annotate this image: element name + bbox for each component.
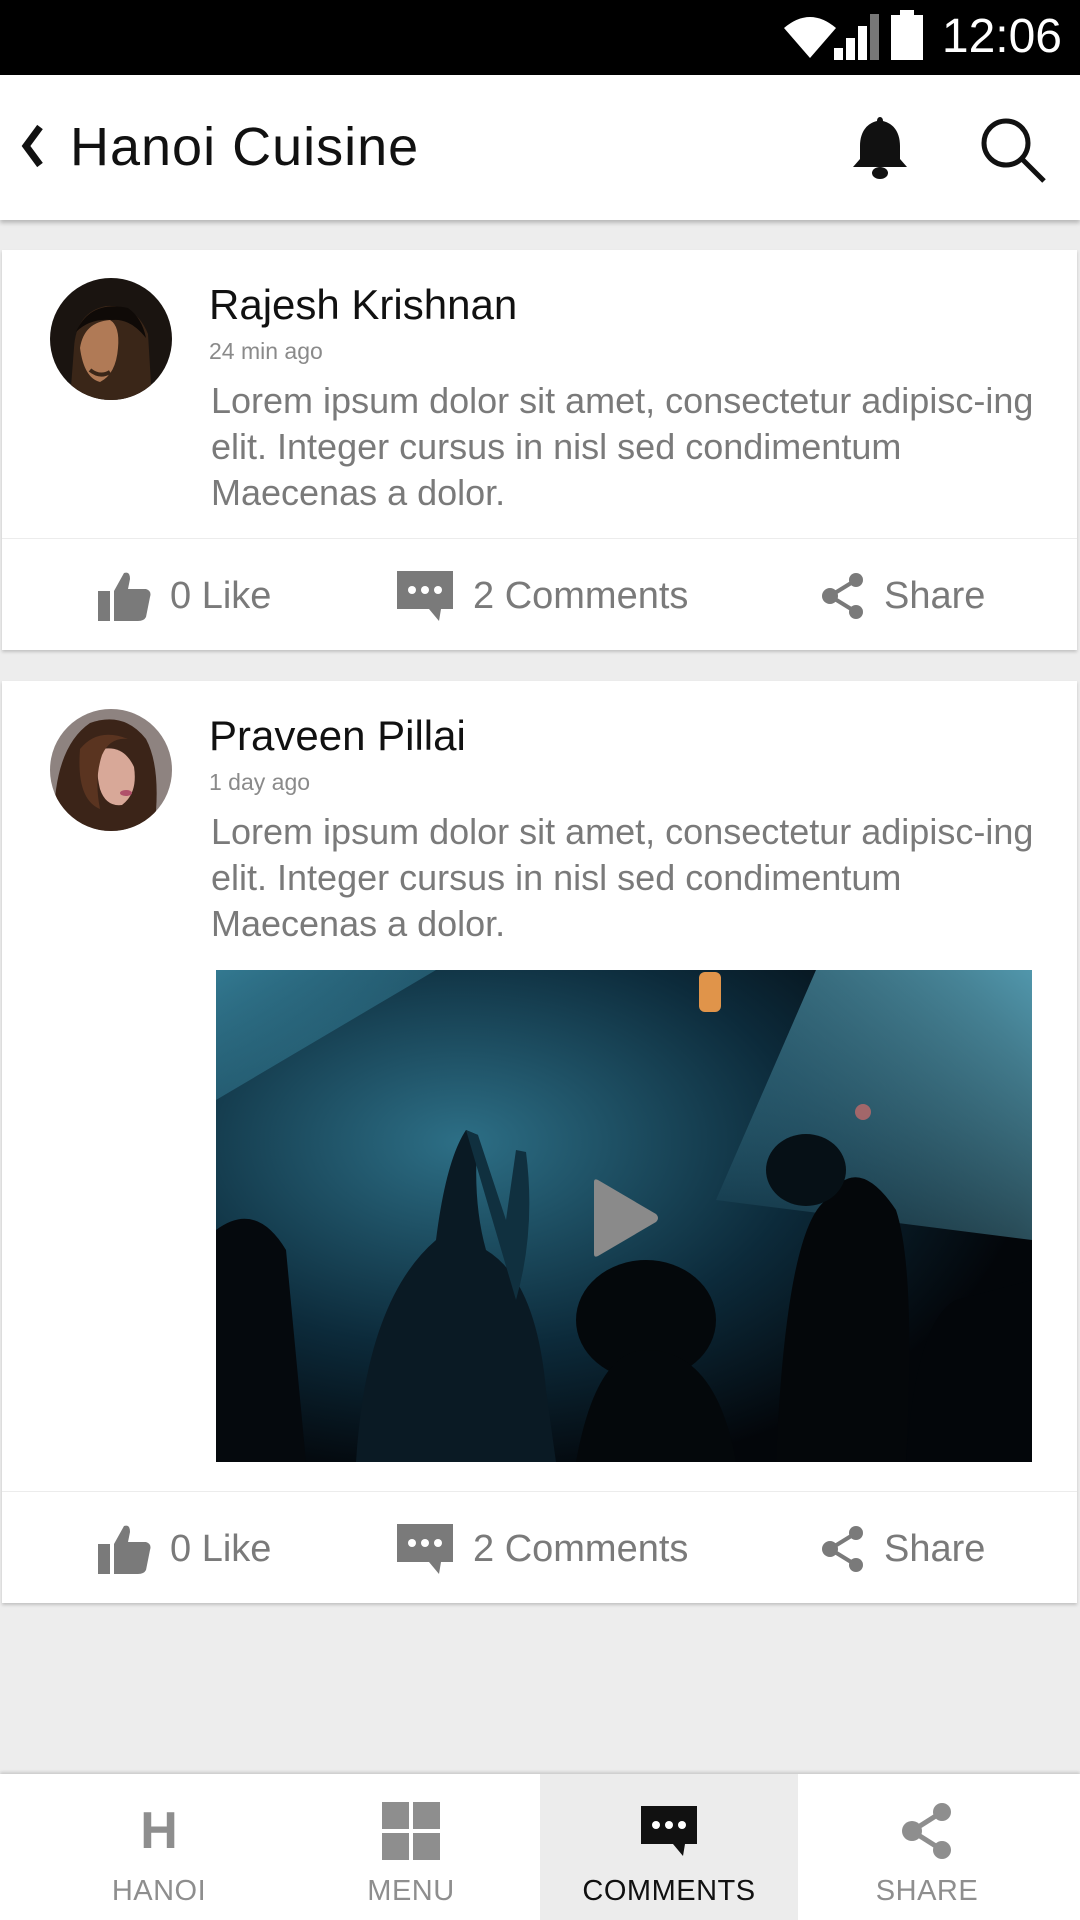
like-button[interactable]: 0 Like	[96, 539, 271, 653]
thumbs-up-icon	[98, 1525, 151, 1574]
back-arrow-icon[interactable]	[18, 123, 48, 174]
nav-label: HANOI	[111, 1875, 207, 1907]
signal-icon	[834, 12, 882, 67]
share-button[interactable]: Share	[820, 539, 985, 653]
status-time: 12:06	[941, 10, 1062, 63]
comments-count: 2 Comments	[473, 1527, 689, 1570]
comments-button[interactable]: 2 Comments	[395, 539, 688, 653]
comment-bubble-icon	[397, 1524, 453, 1574]
like-count: 0 Like	[170, 1527, 272, 1570]
avatar[interactable]	[50, 709, 172, 831]
search-icon[interactable]	[978, 115, 1048, 190]
h-letter-icon: H	[140, 1802, 178, 1860]
post-timestamp: 24 min ago	[209, 338, 323, 364]
app-bar: Hanoi Cuisine	[0, 75, 1080, 220]
post-actions: 0 Like 2 Comments Share	[2, 538, 1077, 652]
comment-bubble-icon	[540, 1800, 798, 1862]
bottom-nav: H HANOI MENU COMMENTS SHARE	[0, 1774, 1080, 1920]
like-button[interactable]: 0 Like	[96, 1492, 271, 1606]
thumbs-up-icon	[98, 572, 151, 621]
bell-icon[interactable]	[851, 115, 909, 188]
video-thumbnail[interactable]	[216, 970, 1032, 1462]
post-author[interactable]: Praveen Pillai	[209, 711, 466, 761]
nav-item-share[interactable]: SHARE	[798, 1774, 1056, 1920]
share-icon	[798, 1800, 1056, 1862]
comments-button[interactable]: 2 Comments	[395, 1492, 688, 1606]
post-card: Praveen Pillai 1 day ago Lorem ipsum dol…	[2, 681, 1077, 1603]
nav-label: MENU	[367, 1875, 455, 1907]
post-author[interactable]: Rajesh Krishnan	[209, 280, 517, 330]
wifi-icon	[782, 12, 838, 65]
page-title: Hanoi Cuisine	[70, 117, 420, 177]
comment-bubble-icon	[397, 571, 453, 621]
post-actions: 0 Like 2 Comments Share	[2, 1491, 1077, 1605]
share-button[interactable]: Share	[820, 1492, 985, 1606]
nav-item-comments[interactable]: COMMENTS	[540, 1774, 798, 1920]
share-icon	[822, 1526, 863, 1572]
avatar[interactable]	[50, 278, 172, 400]
nav-item-menu[interactable]: MENU	[282, 1774, 540, 1920]
share-label: Share	[884, 1527, 986, 1570]
play-icon[interactable]	[590, 1178, 660, 1263]
share-icon	[822, 573, 863, 619]
post-card: Rajesh Krishnan 24 min ago Lorem ipsum d…	[2, 250, 1077, 650]
post-timestamp: 1 day ago	[209, 769, 311, 795]
share-label: Share	[884, 574, 986, 617]
comments-count: 2 Comments	[473, 574, 689, 617]
post-text: Lorem ipsum dolor sit amet, consectetur …	[211, 811, 1034, 944]
nav-item-hanoi[interactable]: H HANOI	[30, 1774, 288, 1920]
nav-label: SHARE	[875, 1875, 979, 1907]
battery-icon	[889, 10, 925, 65]
status-bar: 12:06	[0, 0, 1080, 75]
grid-icon	[282, 1800, 540, 1862]
post-text: Lorem ipsum dolor sit amet, consectetur …	[211, 380, 1034, 513]
nav-label: COMMENTS	[582, 1875, 756, 1907]
like-count: 0 Like	[170, 574, 272, 617]
